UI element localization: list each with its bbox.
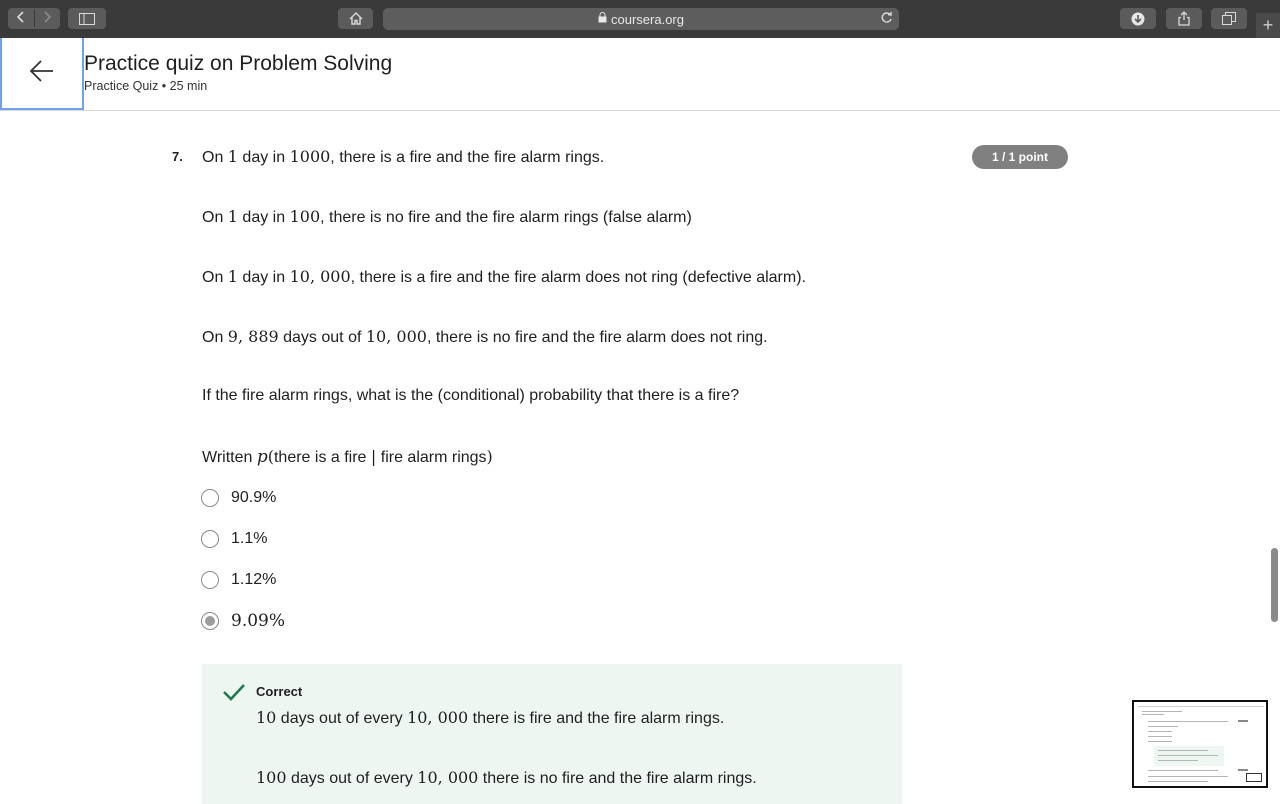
feedback-line: 10 days out of every 10, 000 there is fi…: [256, 708, 725, 727]
radio-button[interactable]: [201, 489, 219, 507]
quiz-header: Practice quiz on Problem Solving Practic…: [0, 38, 1280, 111]
download-icon[interactable]: [1120, 8, 1156, 29]
tabs-icon[interactable]: [1211, 8, 1247, 29]
question-number: 7.: [172, 149, 183, 164]
address-bar[interactable]: coursera.org: [383, 8, 899, 30]
chevron-left-icon[interactable]: [8, 10, 34, 27]
nav-buttons: [8, 8, 60, 29]
points-badge: 1 / 1 point: [972, 145, 1068, 169]
option-label[interactable]: 1.12%: [231, 570, 276, 590]
feedback-line: 100 days out of every 10, 000 there is n…: [256, 768, 757, 787]
share-icon[interactable]: [1166, 8, 1202, 29]
question-line: On 1 day in 10, 000, there is a fire and…: [202, 267, 806, 286]
scrollbar-thumb[interactable]: [1271, 548, 1278, 622]
page-title: Practice quiz on Problem Solving: [84, 52, 393, 75]
feedback-status: Correct: [256, 684, 303, 699]
browser-toolbar: coursera.org +: [0, 0, 1280, 39]
question-line: On 9, 889 days out of 10, 000, there is …: [202, 327, 768, 346]
chevron-right-icon[interactable]: [33, 10, 61, 27]
answer-option[interactable]: 90.9%: [201, 488, 276, 508]
screenshot-thumbnail[interactable]: [1132, 700, 1268, 788]
url-text: coursera.org: [611, 11, 684, 27]
question-line: On 1 day in 1000, there is a fire and th…: [202, 147, 605, 166]
answer-option[interactable]: 1.1%: [201, 529, 267, 549]
answer-option-selected[interactable]: 9.09%: [201, 611, 285, 631]
feedback-panel: Correct 10 days out of every 10, 000 the…: [202, 664, 902, 804]
answer-option[interactable]: 1.12%: [201, 570, 276, 590]
radio-button[interactable]: [201, 530, 219, 548]
option-label[interactable]: 90.9%: [231, 488, 276, 508]
question-prompt: If the fire alarm rings, what is the (co…: [202, 387, 740, 404]
sidebar-icon[interactable]: [68, 8, 106, 29]
radio-button-selected[interactable]: [201, 612, 219, 630]
arrow-left-icon: [29, 59, 55, 87]
radio-button[interactable]: [201, 571, 219, 589]
home-icon[interactable]: [338, 8, 373, 29]
checkmark-icon: [222, 682, 246, 707]
question-line: On 1 day in 100, there is no fire and th…: [202, 207, 692, 226]
question-notation: Written p(there is a fire | fire alarm r…: [202, 447, 493, 467]
back-button[interactable]: [0, 38, 84, 110]
page-subtitle: Practice Quiz • 25 min: [84, 79, 208, 93]
plus-icon[interactable]: +: [1256, 13, 1280, 38]
reload-icon[interactable]: [880, 11, 893, 27]
lock-icon: [598, 12, 607, 26]
option-label[interactable]: 1.1%: [231, 529, 267, 549]
option-label[interactable]: 9.09%: [231, 611, 285, 631]
